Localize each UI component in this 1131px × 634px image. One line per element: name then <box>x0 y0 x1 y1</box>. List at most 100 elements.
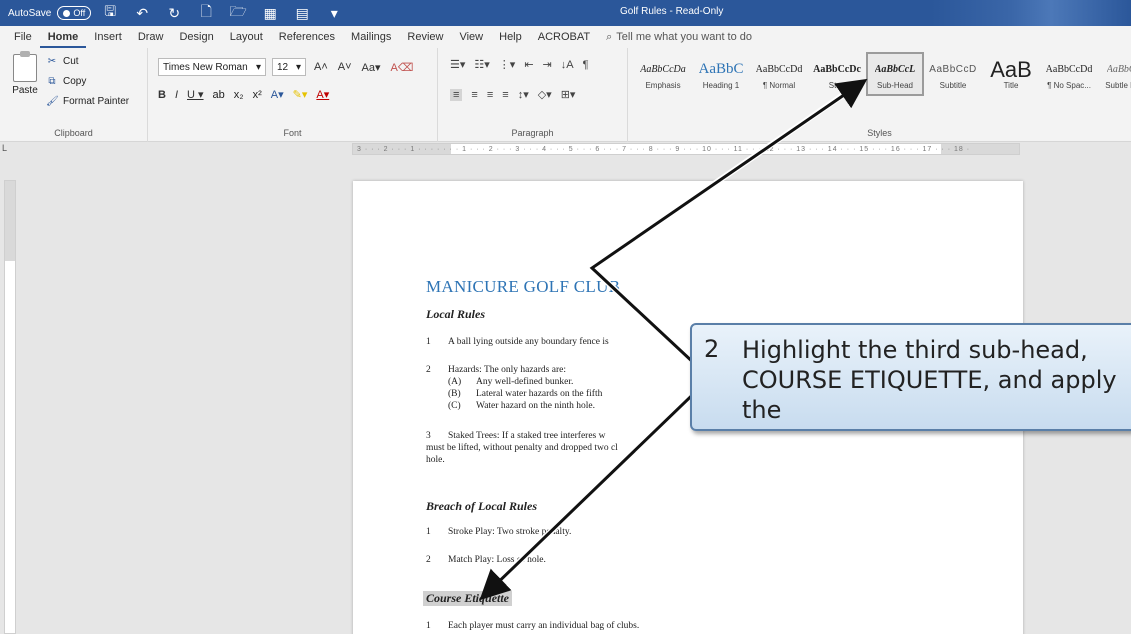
style-emphasis[interactable]: AaBbCcDa Emphasis <box>634 52 692 96</box>
autosave-toggle[interactable]: Off <box>57 6 92 20</box>
numbering-button[interactable]: ☷▾ <box>474 58 489 71</box>
tab-home[interactable]: Home <box>39 26 87 48</box>
list-item: 1 Each player must carry an individual ba… <box>426 621 639 631</box>
tab-view[interactable]: View <box>451 26 491 48</box>
style-sub-head[interactable]: AaBbCcL Sub-Head <box>866 52 924 96</box>
print-preview-icon[interactable]: ▦ <box>257 2 283 24</box>
item-number: (A) <box>448 377 462 387</box>
style-preview: AaBbCcDd <box>755 64 803 75</box>
font-name-dropdown[interactable]: Times New Roman ▾ <box>158 58 266 76</box>
redo-icon[interactable]: ↻ <box>161 2 187 24</box>
tell-me-search[interactable]: ⌕ Tell me what you want to do <box>606 31 752 44</box>
show-hide-marks-button[interactable]: ¶ <box>583 59 589 71</box>
style-subtitle[interactable]: AaBbCcD Subtitle <box>924 52 982 96</box>
item-text: Each player must carry an individual bag… <box>448 621 640 631</box>
style-title[interactable]: AaB Title <box>982 52 1040 96</box>
change-case-button[interactable]: Aa▾ <box>360 61 383 74</box>
decrease-indent-button[interactable]: ⇤ <box>524 58 533 71</box>
item-number: (C) <box>448 401 461 411</box>
item-number: 2 <box>426 555 431 565</box>
styles-gallery: AaBbCcDa Emphasis AaBbC Heading 1 AaBbCcDd… <box>634 52 1131 96</box>
undo-icon[interactable]: ↶ <box>129 2 155 24</box>
tab-acrobat[interactable]: ACROBAT <box>530 26 598 48</box>
style-subtle-emphasis[interactable]: AaBbCcD Subtle Em... <box>1098 52 1131 96</box>
paragraph-group: ☰▾ ☷▾ ⋮▾ ⇤ ⇥ ↓A ¶ ≡ ≡ ≡ ≡ ↕▾ ◇▾ ⊞▾ Parag… <box>438 48 628 142</box>
list-item: (B) Lateral water hazards on the fifth <box>448 389 602 399</box>
cut-label: Cut <box>63 56 79 67</box>
style-name: Subtitle <box>939 80 967 90</box>
paste-button[interactable]: Paste <box>10 51 40 96</box>
tab-draw[interactable]: Draw <box>130 26 172 48</box>
document-title: Golf Rules - Read-Only <box>620 6 724 17</box>
tab-design[interactable]: Design <box>171 26 221 48</box>
tab-insert[interactable]: Insert <box>86 26 130 48</box>
tab-references[interactable]: References <box>271 26 343 48</box>
list-item: 3 Staked Trees: If a staked tree interfer… <box>426 431 606 441</box>
shrink-font-button[interactable]: A˅ <box>336 61 354 73</box>
vertical-ruler[interactable] <box>4 180 16 634</box>
text-effects-button[interactable]: A▾ <box>271 88 284 101</box>
multilevel-list-button[interactable]: ⋮▾ <box>499 58 516 71</box>
tab-layout[interactable]: Layout <box>222 26 271 48</box>
style-heading-1[interactable]: AaBbC Heading 1 <box>692 52 750 96</box>
tab-review[interactable]: Review <box>399 26 451 48</box>
customize-toolbar-icon[interactable]: ▾ <box>321 2 347 24</box>
grow-font-button[interactable]: A˄ <box>312 61 330 73</box>
shading-button[interactable]: ◇▾ <box>538 88 552 101</box>
justify-button[interactable]: ≡ <box>502 89 508 101</box>
open-folder-icon[interactable]: 🗁 <box>225 2 251 24</box>
highlight-color-button[interactable]: ✎▾ <box>293 88 308 101</box>
search-icon: ⌕ <box>606 30 613 43</box>
format-painter-button[interactable]: 🖌 Format Painter <box>46 96 129 107</box>
copy-button[interactable]: ⧉ Copy <box>46 76 86 87</box>
font-size-dropdown[interactable]: 12 ▾ <box>272 58 306 76</box>
ruler-bar: L 3 · · · 2 · · · 1 · · · · · · · 1 · · … <box>0 142 1131 156</box>
underline-button[interactable]: U ▾ <box>187 88 204 101</box>
bullets-button[interactable]: ☰▾ <box>450 58 465 71</box>
item-text: Water hazard on the ninth hole. <box>476 401 595 411</box>
style-name: ¶ Normal <box>762 80 796 90</box>
clear-formatting-icon[interactable]: A⌫ <box>389 61 416 74</box>
strikethrough-button[interactable]: ab <box>213 89 225 101</box>
instruction-callout: 2 Highlight the third sub-head, COURSE E… <box>690 323 1131 431</box>
new-document-icon[interactable]: 🗋 <box>193 2 219 24</box>
font-name-value: Times New Roman <box>163 61 248 73</box>
superscript-button[interactable]: x² <box>253 89 262 101</box>
autosave-state: Off <box>73 8 86 18</box>
horizontal-ruler[interactable]: 3 · · · 2 · · · 1 · · · · · · · 1 · · · … <box>352 143 1020 155</box>
style-normal[interactable]: AaBbCcDd ¶ Normal <box>750 52 808 96</box>
copy-icon: ⧉ <box>48 76 56 87</box>
cut-button[interactable]: ✂ Cut <box>46 56 79 67</box>
tab-selector-icon[interactable]: L <box>2 143 14 155</box>
subscript-button[interactable]: x₂ <box>234 89 244 101</box>
bold-button[interactable]: B <box>158 89 166 101</box>
tab-mailings[interactable]: Mailings <box>343 26 399 48</box>
line-spacing-button[interactable]: ↕▾ <box>518 88 529 101</box>
ribbon-tabs: File Home Insert Draw Design Layout Refe… <box>0 26 1131 48</box>
autosave-label: AutoSave <box>8 7 52 19</box>
top-margin-area <box>5 181 15 261</box>
paragraph-line: must be lifted, without penalty and drop… <box>426 443 618 453</box>
increase-indent-button[interactable]: ⇥ <box>543 58 552 71</box>
styles-group: AaBbCcDa Emphasis AaBbC Heading 1 AaBbCcDd… <box>628 48 1131 142</box>
font-size-value: 12 <box>277 61 289 73</box>
borders-button[interactable]: ⊞▾ <box>561 88 576 101</box>
subhead-local-rules: Local Rules <box>426 307 485 321</box>
list-item: 1 A ball lying outside any boundary fence… <box>426 337 609 347</box>
tab-help[interactable]: Help <box>491 26 530 48</box>
style-no-spacing[interactable]: AaBbCcDd ¶ No Spac... <box>1040 52 1098 96</box>
style-name: Subtle Em... <box>1105 80 1131 90</box>
sort-button[interactable]: ↓A <box>561 59 574 71</box>
tab-file[interactable]: File <box>6 26 40 48</box>
align-left-button[interactable]: ≡ <box>450 88 463 101</box>
item-number: 3 <box>426 431 431 441</box>
style-strong[interactable]: AaBbCcDc Str... <box>808 52 866 96</box>
italic-button[interactable]: I <box>175 89 178 101</box>
font-color-button[interactable]: A▾ <box>316 88 329 101</box>
align-center-button[interactable]: ≡ <box>471 89 477 101</box>
touch-mode-icon[interactable]: ▤ <box>289 2 315 24</box>
align-right-button[interactable]: ≡ <box>487 89 493 101</box>
save-icon[interactable]: 🖫 <box>97 2 123 24</box>
subhead-course-etiquette[interactable]: Course Etiquette <box>423 591 513 606</box>
style-preview: AaBbCcDd <box>1045 64 1093 75</box>
